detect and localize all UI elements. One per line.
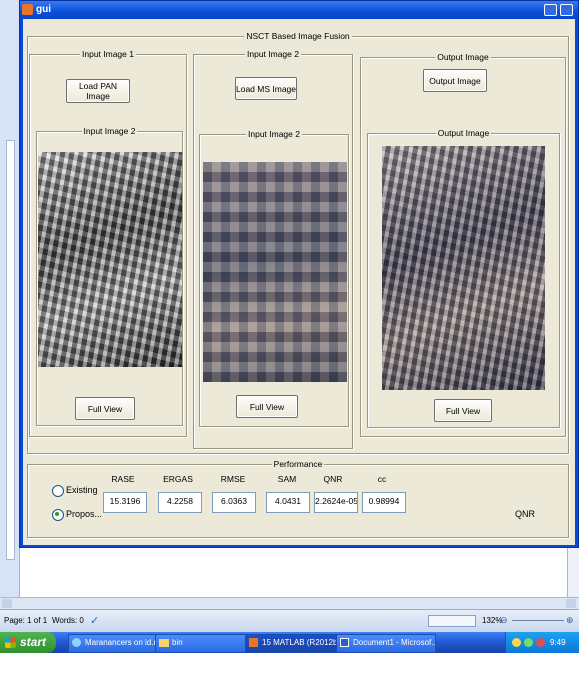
input2-panel: Input Image 2 Load MS Image Input Image … [193,49,353,449]
existing-radio-label: Existing [66,485,98,495]
metric-label-ergas: ERGAS [163,474,193,484]
word-icon [340,638,349,647]
folder-icon [159,639,169,647]
fused-output-image [382,146,545,390]
ergas-value[interactable]: 4.2258 [158,492,202,513]
minimize-icon[interactable] [544,4,557,16]
taskbar-item-label: bin [172,638,183,647]
input1-image-panel: Input Image 2 Full View [36,126,183,426]
taskbar-item-label: Maranancers on id.n... [85,638,165,647]
word-vertical-scrollbar[interactable] [567,545,579,600]
rase-value[interactable]: 15.3196 [103,492,147,513]
window-title: gui [36,4,51,15]
input1-panel-title: Input Image 1 [80,49,136,59]
taskbar-item-browser[interactable]: Maranancers on id.n... [68,634,168,653]
output-image-panel-title: Output Image [435,128,492,138]
metric-label-cc: cc [377,474,387,484]
existing-radio[interactable] [52,485,64,497]
scroll-left-icon[interactable] [2,599,12,608]
output-panel-title: Output Image [435,52,491,62]
metric-label-rmse: RMSE [220,474,246,484]
gui-window: gui NSCT Based Image Fusion Input Image … [19,0,579,548]
scroll-right-icon[interactable] [566,599,576,608]
tray-icon[interactable] [524,638,533,647]
taskbar-item-label: Document1 - Microsof... [353,638,436,647]
output-panel: Output Image Output Image Output Image F… [360,52,566,437]
matlab-icon [22,4,33,15]
taskbar-item-matlab[interactable]: 15 MATLAB (R2012b) [245,634,348,653]
word-document-area[interactable] [20,555,567,597]
clock: 9:49 AM [550,638,566,668]
performance-title: Performance [271,459,325,469]
proofing-check-icon[interactable]: ✓ [90,614,99,627]
input2-image-panel: Input Image 2 Full View [199,129,349,427]
sam-value[interactable]: 4.0431 [266,492,310,513]
output-fullview-button[interactable]: Full View [434,399,492,422]
qnr-side-label: QNR [515,509,535,519]
input2-panel-title: Input Image 2 [245,49,301,59]
rmse-value[interactable]: 6.0363 [212,492,256,513]
word-horizontal-scrollbar[interactable] [0,597,579,609]
main-panel-title: NSCT Based Image Fusion [244,31,352,41]
input2-image-panel-title: Input Image 2 [246,129,302,139]
output-image-button[interactable]: Output Image [423,69,487,92]
start-button[interactable]: start [0,632,56,653]
taskbar-item-folder[interactable]: bin [155,634,253,653]
tray-icon[interactable] [512,638,521,647]
input2-fullview-button[interactable]: Full View [236,395,298,418]
proposed-radio-label: Propos... [66,509,103,519]
input1-panel: Input Image 1 Load PAN Image Input Image… [29,49,187,437]
input1-fullview-button[interactable]: Full View [75,397,135,420]
metric-label-sam: SAM [277,474,297,484]
load-ms-button[interactable]: Load MS Image [235,77,297,100]
ms-image [203,162,347,382]
gui-title-bar[interactable]: gui [20,1,578,19]
word-vertical-ruler [6,140,15,560]
word-status-bar: Page: 1 of 1 Words: 0 ✓ 132% ⊖ ⊕ [0,609,579,632]
pan-image [38,152,182,367]
zoom-in-icon[interactable]: ⊕ [566,615,574,626]
load-pan-button[interactable]: Load PAN Image [66,79,130,103]
qnr-value[interactable]: 2.2624e-05 [314,492,358,513]
gui-client-area: NSCT Based Image Fusion Input Image 1 Lo… [23,19,575,545]
windows-logo-icon [5,637,16,648]
word-count: Words: 0 [52,616,84,625]
view-buttons[interactable] [428,615,476,627]
main-panel: NSCT Based Image Fusion Input Image 1 Lo… [27,31,569,454]
zoom-slider[interactable] [512,620,564,621]
page-count: Page: 1 of 1 [4,616,48,625]
taskbar: start Maranancers on id.n... bin 15 MATL… [0,632,579,668]
input1-image-panel-title: Input Image 2 [81,126,138,136]
metric-label-rase: RASE [111,474,135,484]
metric-label-qnr: QNR [323,474,343,484]
tray-icon[interactable] [536,638,545,647]
maximize-icon[interactable] [560,4,573,16]
output-image-panel: Output Image Full View [367,128,560,428]
zoom-out-icon[interactable]: ⊖ [500,615,508,626]
performance-panel: Performance Existing Propos... RASE ERGA… [27,459,569,538]
cc-value[interactable]: 0.98994 [362,492,406,513]
browser-icon [72,638,81,647]
proposed-radio[interactable] [52,509,64,521]
system-tray: 9:49 AM [505,632,579,668]
matlab-taskbar-icon [249,638,258,647]
taskbar-item-word[interactable]: Document1 - Microsof... [336,634,436,653]
taskbar-item-label: 15 MATLAB (R2012b) [262,638,341,647]
start-label: start [20,635,47,649]
